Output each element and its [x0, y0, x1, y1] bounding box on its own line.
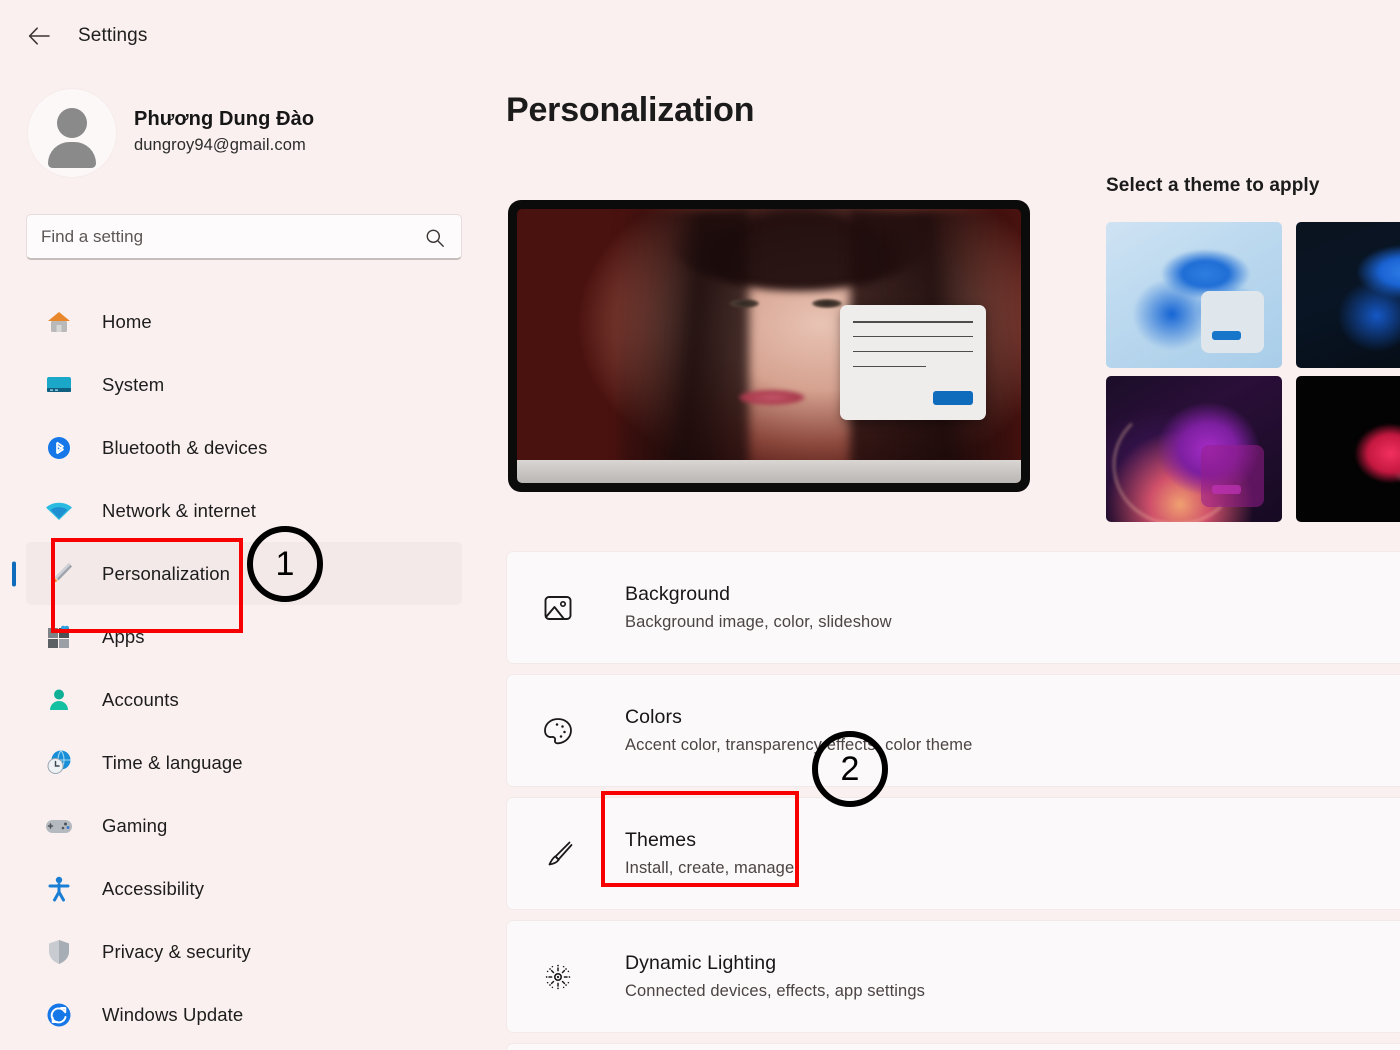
sidebar-item-bluetooth[interactable]: Bluetooth & devices	[26, 416, 462, 479]
sidebar-item-label: Bluetooth & devices	[102, 436, 268, 458]
image-icon	[537, 587, 579, 629]
sidebar-item-label: Network & internet	[102, 499, 256, 521]
settings-row-subtitle: Connected devices, effects, app settings	[625, 982, 925, 1000]
theme-tile-windows-dark[interactable]	[1296, 222, 1400, 368]
annotation-rect-personalization	[51, 538, 243, 633]
theme-picker: Select a theme to apply	[1106, 175, 1400, 522]
bluetooth-icon	[42, 431, 76, 465]
sunburst-icon	[537, 956, 579, 998]
app-title: Settings	[78, 25, 148, 46]
theme-tile-glow[interactable]	[1106, 376, 1282, 522]
gamepad-icon	[42, 809, 76, 843]
account-name: Phương Dung Đào	[134, 107, 315, 130]
settings-row-colors[interactable]: Colors Accent color, transparency effect…	[506, 674, 1400, 787]
sidebar-item-privacy-security[interactable]: Privacy & security	[26, 920, 462, 983]
avatar	[28, 89, 116, 177]
preview-taskbar	[517, 459, 1021, 483]
arrow-left-icon	[28, 27, 50, 45]
sidebar-item-label: System	[102, 373, 165, 395]
sidebar-item-accounts[interactable]: Accounts	[26, 668, 462, 731]
annotation-marker-1: 1	[247, 526, 323, 602]
main-content: Personalization Select a theme to apply	[488, 72, 1400, 1050]
preview-window	[839, 304, 986, 420]
titlebar: Settings	[0, 0, 1400, 72]
person-avatar-icon	[57, 108, 87, 138]
settings-row-subtitle: Background image, color, slideshow	[625, 613, 892, 631]
shield-icon	[42, 935, 76, 969]
settings-row-lock-screen[interactable]	[506, 1043, 1400, 1050]
monitor-icon	[42, 368, 76, 402]
account-email: dungroy94@gmail.com	[134, 135, 306, 154]
sidebar-item-label: Windows Update	[102, 1003, 244, 1025]
clock-globe-icon	[42, 746, 76, 780]
sidebar-item-gaming[interactable]: Gaming	[26, 794, 462, 857]
sidebar-nav: Home System Bluetooth & devices Network …	[0, 290, 488, 1046]
palette-icon	[537, 710, 579, 752]
sidebar-item-label: Gaming	[102, 814, 168, 836]
theme-tile-windows-light[interactable]	[1106, 222, 1282, 368]
preview-wallpaper	[517, 209, 1021, 483]
sidebar-item-label: Accounts	[102, 688, 179, 710]
search-input[interactable]	[27, 226, 461, 247]
back-button[interactable]	[20, 17, 58, 55]
search-box[interactable]	[26, 214, 462, 260]
paintbrush-icon	[537, 833, 579, 875]
sidebar-item-label: Accessibility	[102, 877, 205, 899]
settings-row-title: Dynamic Lighting	[625, 952, 777, 974]
home-icon	[42, 305, 76, 339]
theme-picker-heading: Select a theme to apply	[1106, 175, 1320, 196]
desktop-preview	[508, 200, 1030, 492]
sidebar-item-label: Time & language	[102, 751, 243, 773]
settings-row-title: Colors	[625, 706, 682, 728]
sidebar-item-system[interactable]: System	[26, 353, 462, 416]
page-title: Personalization	[506, 91, 755, 129]
account-person-icon	[42, 683, 76, 717]
settings-row-subtitle: Accent color, transparency effects, colo…	[625, 736, 973, 754]
settings-app: Settings Phương Dung Đào dungroy94@gmail…	[0, 0, 1400, 1050]
annotation-rect-themes	[601, 791, 799, 887]
wifi-icon	[42, 494, 76, 528]
preview-accent-button	[933, 391, 973, 406]
settings-row-title: Background	[625, 583, 731, 605]
search-icon[interactable]	[425, 228, 445, 253]
settings-row-dynamic-lighting[interactable]: Dynamic Lighting Connected devices, effe…	[506, 920, 1400, 1033]
sidebar-item-home[interactable]: Home	[26, 290, 462, 353]
sidebar-item-time-language[interactable]: Time & language	[26, 731, 462, 794]
theme-tile-flow-flower[interactable]	[1296, 376, 1400, 522]
account-block[interactable]: Phương Dung Đào dungroy94@gmail.com	[0, 72, 488, 177]
accessibility-person-icon	[42, 872, 76, 906]
update-refresh-icon	[42, 998, 76, 1032]
sidebar-item-windows-update[interactable]: Windows Update	[26, 983, 462, 1046]
annotation-marker-2: 2	[812, 731, 888, 807]
sidebar-item-label: Privacy & security	[102, 940, 251, 962]
settings-row-background[interactable]: Background Background image, color, slid…	[506, 551, 1400, 664]
sidebar-item-label: Home	[102, 310, 152, 332]
sidebar-item-network[interactable]: Network & internet	[26, 479, 462, 542]
sidebar-item-accessibility[interactable]: Accessibility	[26, 857, 462, 920]
